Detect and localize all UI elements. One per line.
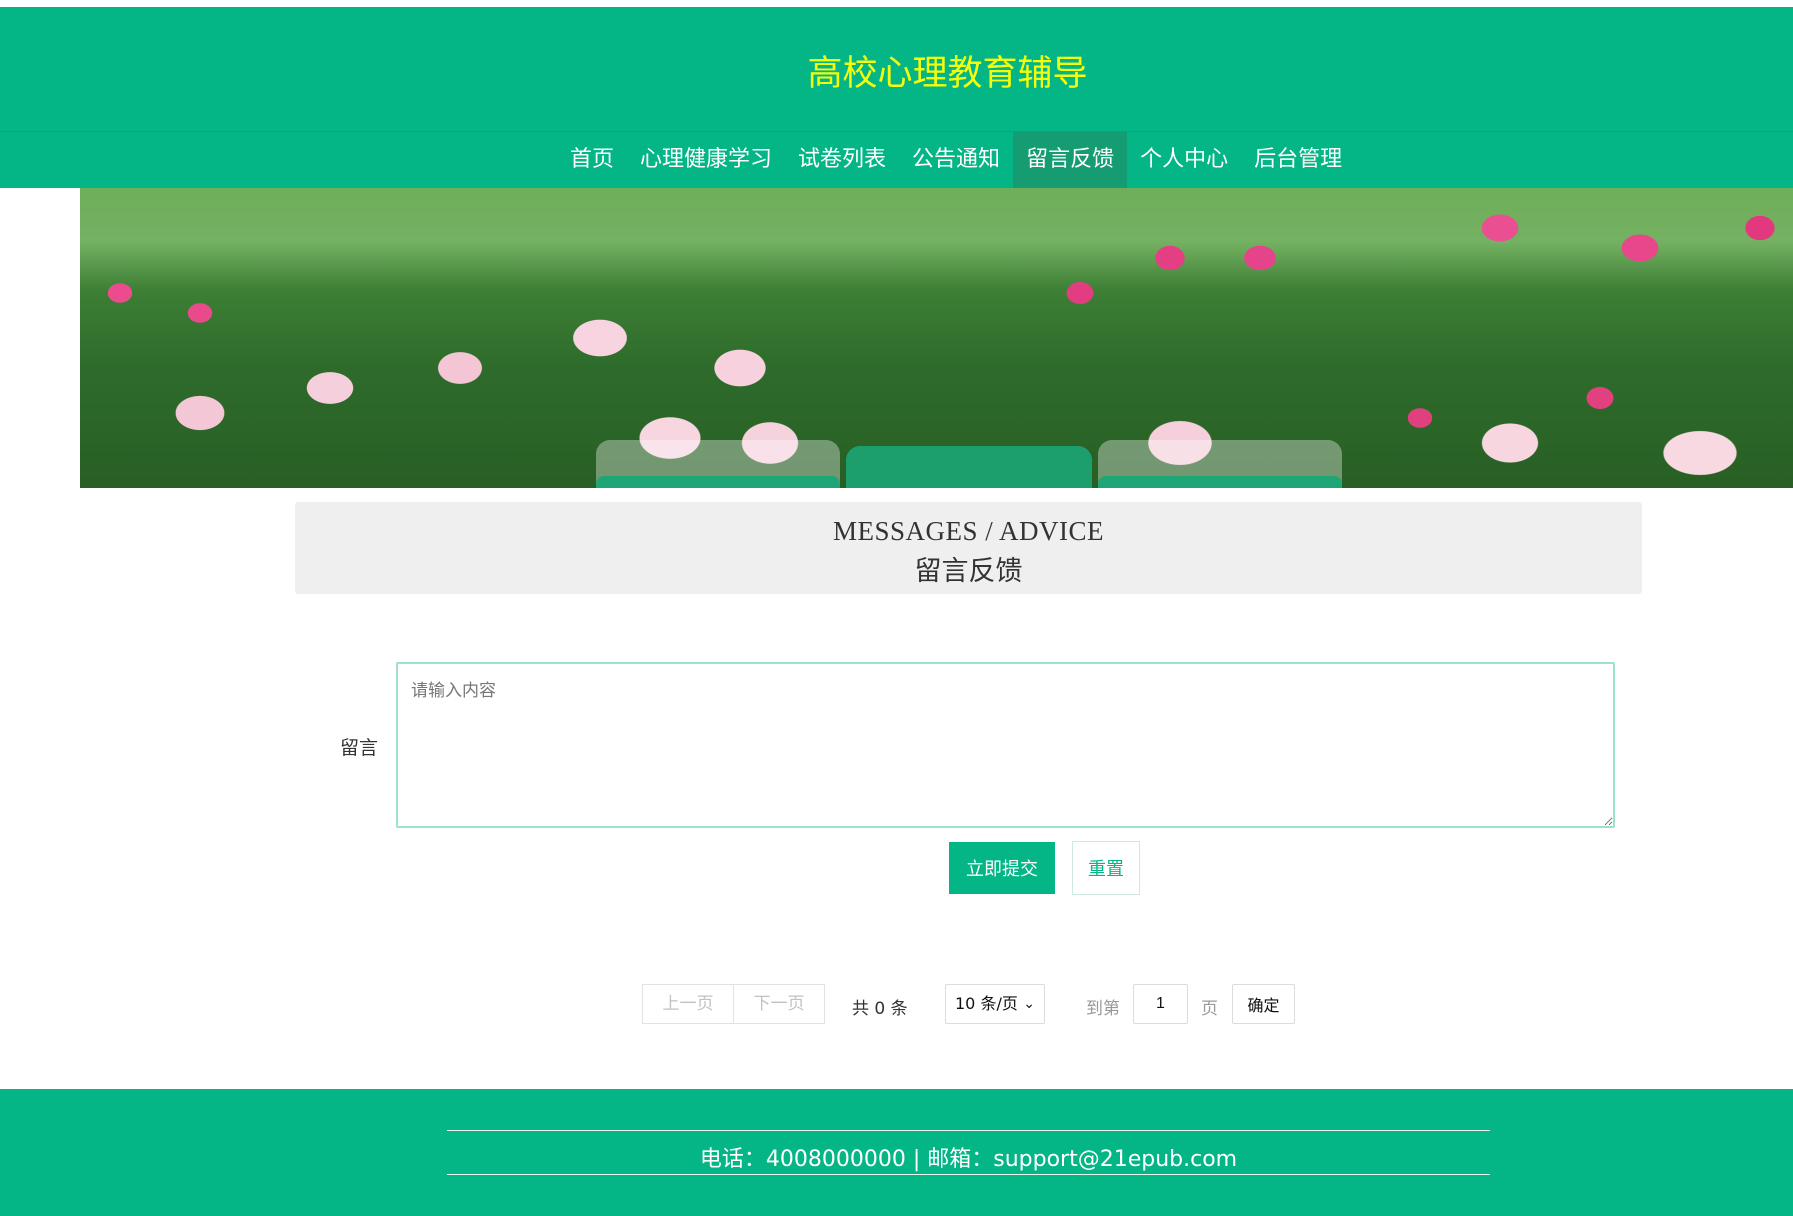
page: 高校心理教育辅导 首页 心理健康学习 试卷列表 公告通知 留言反馈 个人中心 后… xyxy=(0,0,1793,1216)
pagination-next-button[interactable]: 下一页 xyxy=(733,984,825,1024)
pagination-goto-label: 到第 xyxy=(1086,999,1120,1019)
nav-item-exam-list[interactable]: 试卷列表 xyxy=(785,132,899,188)
main-nav: 首页 心理健康学习 试卷列表 公告通知 留言反馈 个人中心 后台管理 xyxy=(0,132,1793,188)
message-textarea[interactable] xyxy=(396,662,1615,828)
section-title-en: MESSAGES / ADVICE xyxy=(832,516,1105,546)
site-title: 高校心理教育辅导 xyxy=(807,54,1088,94)
submit-button[interactable]: 立即提交 xyxy=(949,842,1055,894)
site-footer: 电话：4008000000 | 邮箱：support@21epub.com xyxy=(0,1089,1793,1216)
nav-items: 首页 心理健康学习 试卷列表 公告通知 留言反馈 个人中心 后台管理 xyxy=(557,132,1355,188)
nav-item-feedback[interactable]: 留言反馈 xyxy=(1013,132,1128,188)
pagination-confirm-button[interactable]: 确定 xyxy=(1232,984,1295,1024)
section-title-cn: 留言反馈 xyxy=(914,556,1023,586)
chevron-down-icon: ⌄ xyxy=(1023,996,1035,1012)
message-label: 留言 xyxy=(340,737,379,759)
page-size-select[interactable]: 10 条/页 ⌄ xyxy=(945,984,1045,1024)
nav-item-announcements[interactable]: 公告通知 xyxy=(899,132,1013,188)
banner-indicator-right-bar xyxy=(1098,476,1342,488)
pagination-total: 共 0 条 xyxy=(852,999,908,1019)
pagination-page-input[interactable] xyxy=(1133,984,1188,1024)
nav-item-personal-center[interactable]: 个人中心 xyxy=(1127,132,1241,188)
banner-indicator-active xyxy=(846,446,1092,488)
section-title-box: MESSAGES / ADVICE 留言反馈 xyxy=(295,502,1642,594)
footer-divider-bottom xyxy=(447,1174,1490,1175)
reset-button[interactable]: 重置 xyxy=(1072,841,1140,895)
nav-item-admin[interactable]: 后台管理 xyxy=(1241,132,1355,188)
nav-item-mental-health-learning[interactable]: 心理健康学习 xyxy=(627,132,785,188)
site-header: 高校心理教育辅导 xyxy=(0,7,1793,132)
pagination-prev-button[interactable]: 上一页 xyxy=(642,984,734,1024)
footer-contact: 电话：4008000000 | 邮箱：support@21epub.com xyxy=(699,1147,1238,1172)
banner-image xyxy=(80,188,1793,488)
banner-indicator-left-bar xyxy=(596,476,840,488)
pagination-page-suffix: 页 xyxy=(1201,999,1218,1019)
page-size-value: 10 条/页 xyxy=(955,994,1018,1013)
footer-divider-top xyxy=(447,1130,1490,1131)
nav-item-home[interactable]: 首页 xyxy=(557,132,627,188)
